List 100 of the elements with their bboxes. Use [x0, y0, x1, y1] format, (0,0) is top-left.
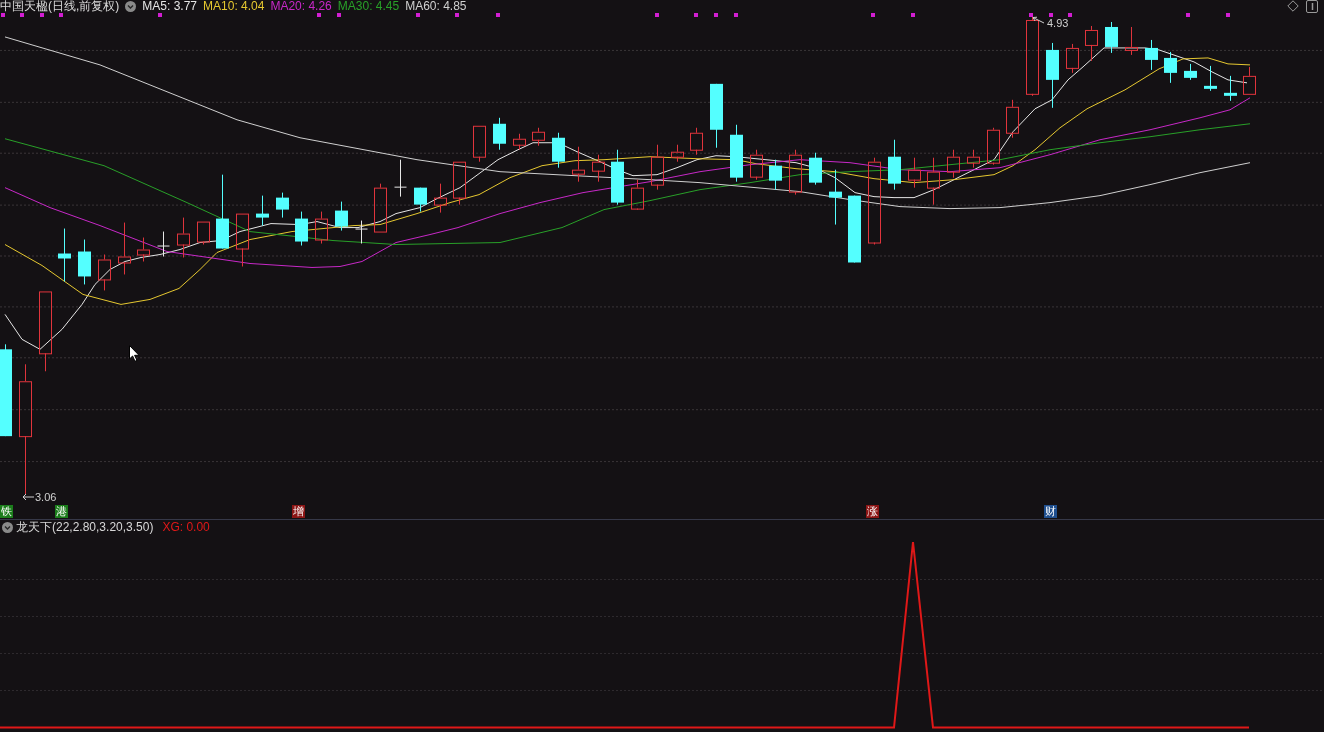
falling-candle: [888, 139, 901, 191]
rising-candle: [236, 213, 249, 267]
rising-candle: [572, 146, 585, 183]
rising-candle: [947, 149, 960, 179]
falling-candle: [710, 83, 723, 149]
signal-marker-icon: [1, 13, 5, 17]
signal-marker-icon: [1029, 13, 1033, 17]
falling-candle: [769, 159, 782, 191]
falling-candle: [1105, 21, 1118, 54]
signal-marker-icon: [337, 13, 341, 17]
signal-marker-icon: [1049, 13, 1053, 17]
rising-candle: [690, 127, 703, 156]
rising-candle: [750, 149, 763, 181]
signal-marker-icon: [734, 13, 738, 17]
rising-candle: [374, 183, 387, 233]
rising-candle: [453, 161, 466, 206]
falling-candle: [730, 124, 743, 183]
chevron-circle-icon[interactable]: [2, 521, 13, 533]
arrow-icon: [1032, 16, 1045, 24]
moving-average-value: MA10: 4.04: [203, 0, 265, 13]
rising-candle: [1243, 66, 1256, 95]
rising-candle: [651, 144, 664, 191]
price-label: 3.06: [35, 491, 57, 503]
signal-marker-icon: [1068, 13, 1072, 17]
falling-candle: [1204, 65, 1217, 92]
moving-average-value: MA20: 4.26: [270, 0, 332, 13]
chevron-circle-icon[interactable]: [125, 1, 137, 12]
rising-candle: [118, 222, 131, 275]
event-tag: 港: [55, 505, 68, 518]
indicator-value: XG: 0.00: [162, 520, 210, 534]
signal-marker-icon: [694, 13, 698, 17]
price-label: 4.93: [1047, 17, 1069, 29]
falling-candle: [1046, 42, 1059, 109]
doji-candle: [394, 159, 407, 198]
indicator-name: 龙天下(22,2.80,3.20,3.50): [16, 520, 154, 534]
falling-candle: [295, 211, 308, 247]
rising-candle: [98, 254, 111, 291]
rising-candle: [315, 211, 328, 245]
rising-candle: [671, 144, 684, 163]
signal-marker-icon: [317, 13, 321, 17]
moving-average-value: MA5: 3.77: [142, 0, 198, 13]
signal-marker-icon: [1186, 13, 1190, 17]
rising-candle: [1066, 43, 1079, 74]
falling-candle: [1224, 75, 1237, 102]
falling-candle: [276, 192, 289, 219]
doji-candle: [355, 220, 368, 245]
event-tag: 增: [292, 505, 305, 518]
rising-candle: [513, 133, 526, 151]
signal-marker-icon: [1226, 13, 1230, 17]
rising-candle: [137, 237, 150, 262]
signal-marker-icon: [655, 13, 659, 17]
falling-candle: [493, 117, 506, 151]
signal-marker-icon: [40, 13, 44, 17]
rising-candle: [789, 149, 802, 196]
falling-candle: [335, 201, 348, 232]
rising-candle: [927, 157, 940, 206]
signal-marker-icon: [59, 13, 63, 17]
falling-candle: [256, 195, 269, 227]
falling-candle: [809, 152, 822, 186]
rising-candle: [1006, 99, 1019, 139]
signal-marker-icon: [496, 13, 500, 17]
falling-candle: [848, 195, 861, 263]
chart-title: 中国天楹(日线,前复权): [0, 0, 120, 13]
event-tag: 铁: [0, 505, 13, 518]
arrow-icon: [22, 493, 35, 501]
rising-candle: [197, 221, 210, 246]
diamond-icon[interactable]: [1287, 0, 1299, 12]
doji-candle: [157, 231, 170, 257]
falling-candle: [414, 187, 427, 213]
signal-marker-icon: [158, 13, 162, 17]
event-tag: 涨: [866, 505, 879, 518]
rising-candle: [967, 149, 980, 169]
falling-candle: [1164, 51, 1177, 84]
moving-average-value: MA60: 4.85: [405, 0, 467, 13]
rising-candle: [473, 125, 486, 163]
signal-marker-icon: [455, 13, 459, 17]
falling-candle: [1184, 63, 1197, 81]
event-tag: 财: [1044, 505, 1057, 518]
rising-candle: [592, 154, 605, 183]
rising-candle: [987, 127, 1000, 166]
rising-candle: [1085, 25, 1098, 62]
signal-marker-icon: [714, 13, 718, 17]
rising-candle: [434, 183, 447, 214]
falling-candle: [78, 239, 91, 285]
rising-candle: [1125, 26, 1138, 56]
falling-candle: [552, 132, 565, 169]
signal-marker-icon: [20, 13, 24, 17]
signal-marker-icon: [911, 13, 915, 17]
moving-average-value: MA30: 4.45: [337, 0, 400, 13]
falling-candle: [1145, 39, 1158, 71]
rising-candle: [908, 157, 921, 189]
signal-marker-icon: [416, 13, 420, 17]
rising-candle: [177, 217, 190, 258]
signal-marker-icon: [871, 13, 875, 17]
rising-candle: [631, 179, 644, 211]
cursor-icon: [129, 345, 140, 362]
falling-candle: [829, 169, 842, 226]
falling-candle: [58, 228, 71, 282]
panel-icon[interactable]: [1306, 0, 1318, 13]
rising-candle: [532, 127, 545, 147]
